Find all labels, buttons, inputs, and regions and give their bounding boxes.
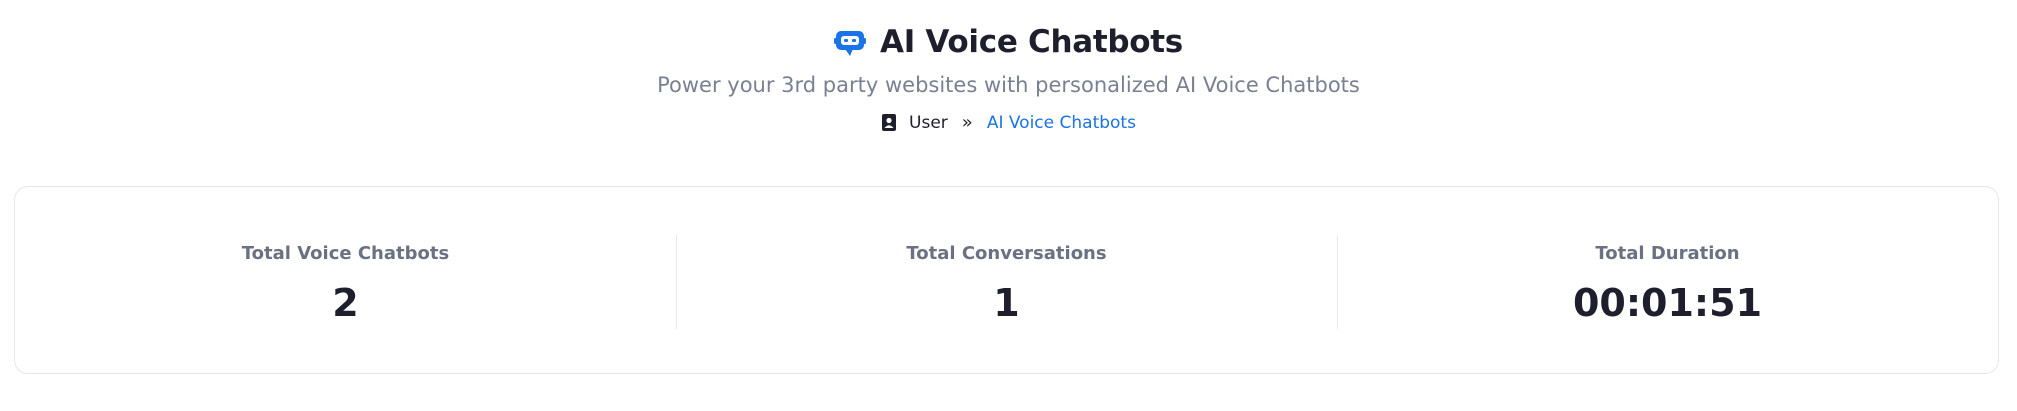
title-row: AI Voice Chatbots xyxy=(0,24,2017,60)
stat-label: Total Duration xyxy=(1595,243,1740,264)
stat-value: 1 xyxy=(993,281,1020,325)
stat-value: 2 xyxy=(332,281,359,325)
user-badge-icon xyxy=(881,113,897,132)
stat-label: Total Conversations xyxy=(906,243,1107,264)
stat-total-duration: Total Duration 00:01:51 xyxy=(1337,187,1998,373)
stat-value: 00:01:51 xyxy=(1572,281,1763,325)
page-title: AI Voice Chatbots xyxy=(880,24,1183,60)
stat-total-conversations: Total Conversations 1 xyxy=(676,187,1337,373)
breadcrumb: User » AI Voice Chatbots xyxy=(0,112,2017,133)
stat-label: Total Voice Chatbots xyxy=(241,243,450,264)
breadcrumb-user-link[interactable]: User xyxy=(909,113,948,133)
stats-card: Total Voice Chatbots 2 Total Conversatio… xyxy=(14,186,1999,374)
breadcrumb-separator: » xyxy=(961,112,973,133)
breadcrumb-current[interactable]: AI Voice Chatbots xyxy=(987,113,1136,133)
stat-total-voice-chatbots: Total Voice Chatbots 2 xyxy=(15,187,676,373)
page-subtitle: Power your 3rd party websites with perso… xyxy=(657,73,1360,97)
chatbot-icon xyxy=(834,26,867,58)
